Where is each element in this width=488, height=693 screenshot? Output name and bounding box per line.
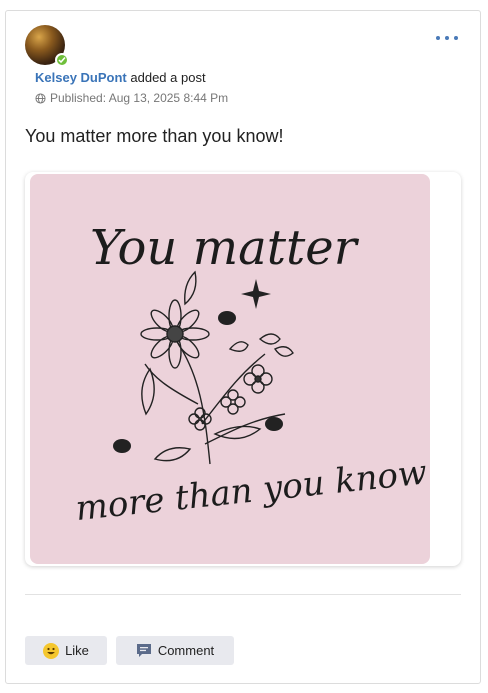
more-dots-icon (454, 36, 458, 40)
avatar[interactable] (25, 25, 69, 67)
divider (25, 594, 461, 595)
image-text-line1: You matter (90, 220, 360, 276)
more-dots-icon (445, 36, 449, 40)
grinning-face-icon (43, 642, 60, 659)
author-line: Kelsey DuPont added a post (35, 70, 206, 85)
more-dots-icon (436, 36, 440, 40)
comment-bubble-icon (136, 644, 151, 657)
author-name-link[interactable]: Kelsey DuPont (35, 70, 127, 85)
post-body-text: You matter more than you know! (25, 126, 284, 146)
comment-button[interactable]: Comment (116, 636, 234, 665)
image-text-line2: more than you know (74, 452, 429, 529)
like-button[interactable]: Like (25, 636, 107, 665)
published-info: Published: Aug 13, 2025 8:44 Pm (35, 91, 228, 105)
flower-bouquet-illustration (140, 270, 294, 465)
post-card: Kelsey DuPont added a post Published: Au… (5, 10, 481, 684)
comment-label: Comment (157, 643, 215, 658)
globe-icon (35, 92, 46, 104)
post-image: You matter more than you know (30, 174, 430, 564)
more-options-button[interactable] (436, 33, 458, 43)
post-image-frame[interactable]: You matter more than you know (25, 172, 461, 566)
verified-badge-icon (55, 53, 69, 67)
like-label: Like (65, 643, 89, 658)
action-text: added a post (130, 70, 206, 85)
published-text: Published: Aug 13, 2025 8:44 Pm (50, 91, 229, 105)
